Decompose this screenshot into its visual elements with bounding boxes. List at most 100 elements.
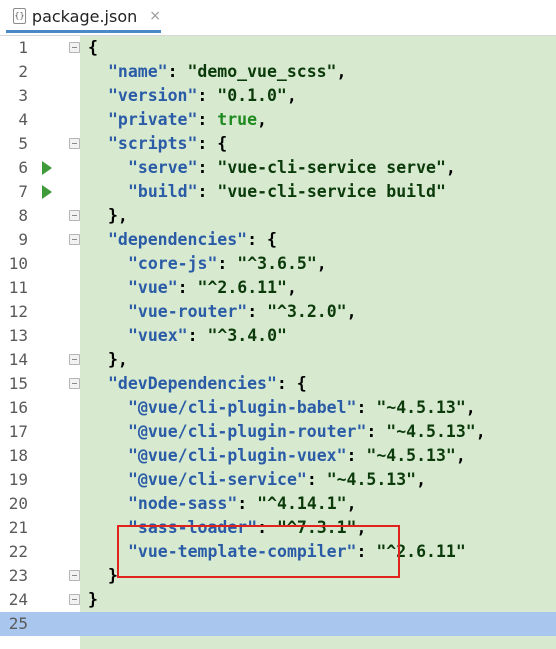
json-punctuation: : xyxy=(366,422,387,441)
code-text: "node-sass": "^4.14.1", xyxy=(128,492,357,516)
code-line[interactable]: 11 "vue": "^2.6.11", xyxy=(0,276,556,300)
code-text: "dependencies": { xyxy=(108,228,277,252)
code-text: "@vue/cli-plugin-vuex": "~4.5.13", xyxy=(128,444,466,468)
code-text: "scripts": { xyxy=(108,132,227,156)
json-punctuation: : xyxy=(197,182,218,201)
code-text: "build": "vue-cli-service build" xyxy=(128,180,446,204)
json-key: "build" xyxy=(128,182,198,201)
code-line[interactable]: 7 "build": "vue-cli-service build" xyxy=(0,180,556,204)
line-number: 11 xyxy=(8,278,28,297)
code-text: "serve": "vue-cli-service serve", xyxy=(128,156,456,180)
json-punctuation: , xyxy=(346,494,357,513)
code-line[interactable]: 14}, xyxy=(0,348,556,372)
json-key: "@vue/cli-plugin-babel" xyxy=(128,398,357,417)
code-text: }, xyxy=(108,204,128,228)
json-punctuation: , xyxy=(445,158,456,177)
code-line[interactable]: 4 "private": true, xyxy=(0,108,556,132)
json-punctuation: : { xyxy=(197,134,228,153)
fold-marker-icon[interactable] xyxy=(69,378,80,389)
json-string: "demo_vue_scss" xyxy=(187,62,337,81)
json-punctuation: , xyxy=(286,86,297,105)
json-file-icon: {} xyxy=(13,8,26,24)
fold-marker-icon[interactable] xyxy=(69,210,80,221)
json-punctuation: : xyxy=(177,278,198,297)
code-line[interactable]: 8}, xyxy=(0,204,556,228)
code-text: "name": "demo_vue_scss", xyxy=(108,60,346,84)
tab-filename: package.json xyxy=(31,6,138,26)
json-punctuation: , xyxy=(336,62,347,81)
json-punctuation: : xyxy=(237,494,258,513)
code-line[interactable]: 25 xyxy=(0,612,556,636)
fold-marker-icon[interactable] xyxy=(69,594,80,605)
json-key: "serve" xyxy=(128,158,198,177)
fold-marker-icon[interactable] xyxy=(69,234,80,245)
line-number: 25 xyxy=(8,614,28,633)
fold-marker-icon[interactable] xyxy=(69,42,80,53)
code-line[interactable]: 20 "node-sass": "^4.14.1", xyxy=(0,492,556,516)
tab-package-json[interactable]: {} package.json × xyxy=(6,2,161,33)
highlight-box xyxy=(117,525,400,578)
code-line[interactable]: 16 "@vue/cli-plugin-babel": "~4.5.13", xyxy=(0,396,556,420)
json-key: "vuex" xyxy=(128,326,188,345)
code-line[interactable]: 10 "core-js": "^3.6.5", xyxy=(0,252,556,276)
json-key: "private" xyxy=(108,110,198,129)
json-string: "0.1.0" xyxy=(217,86,287,105)
code-line[interactable]: 1{ xyxy=(0,36,556,60)
code-line[interactable]: 15 "devDependencies": { xyxy=(0,372,556,396)
line-number: 24 xyxy=(8,590,28,609)
json-string: "vue-cli-service build" xyxy=(217,182,446,201)
code-line[interactable]: 2 "name": "demo_vue_scss", xyxy=(0,60,556,84)
json-punctuation: : xyxy=(197,158,218,177)
code-line[interactable]: 9 "dependencies": { xyxy=(0,228,556,252)
json-key: "version" xyxy=(108,86,198,105)
json-string: "~4.5.13" xyxy=(366,446,456,465)
json-punctuation: , xyxy=(475,422,486,441)
fold-marker-icon[interactable] xyxy=(69,354,80,365)
json-string: "^3.6.5" xyxy=(237,254,317,273)
code-line[interactable]: 6 "serve": "vue-cli-service serve", xyxy=(0,156,556,180)
code-line[interactable]: 24} xyxy=(0,588,556,612)
run-script-icon[interactable] xyxy=(42,185,52,199)
close-tab-icon[interactable]: × xyxy=(149,8,161,24)
code-line[interactable]: 5 "scripts": { xyxy=(0,132,556,156)
json-punctuation: , xyxy=(416,470,427,489)
json-key: "name" xyxy=(108,62,168,81)
json-punctuation: }, xyxy=(108,350,128,369)
json-punctuation: { xyxy=(88,38,98,57)
code-text: "@vue/cli-plugin-babel": "~4.5.13", xyxy=(128,396,476,420)
code-text: "vue-router": "^3.2.0", xyxy=(128,300,357,324)
code-text: "core-js": "^3.6.5", xyxy=(128,252,327,276)
fold-marker-icon[interactable] xyxy=(69,570,80,581)
fold-marker-icon[interactable] xyxy=(69,138,80,149)
run-script-icon[interactable] xyxy=(42,161,52,175)
line-number: 1 xyxy=(18,38,28,57)
editor-tab-bar: {} package.json × xyxy=(0,0,556,36)
code-line[interactable]: 17 "@vue/cli-plugin-router": "~4.5.13", xyxy=(0,420,556,444)
json-punctuation: , xyxy=(286,278,297,297)
code-editor[interactable]: 1{2 "name": "demo_vue_scss", 3 "version": "… xyxy=(0,36,556,649)
line-number: 8 xyxy=(18,206,28,225)
code-text: }, xyxy=(108,348,128,372)
code-text: "@vue/cli-plugin-router": "~4.5.13", xyxy=(128,420,486,444)
code-text: "vuex": "^3.4.0" xyxy=(128,324,287,348)
json-punctuation: , xyxy=(316,254,327,273)
code-line[interactable]: 3 "version": "0.1.0", xyxy=(0,84,556,108)
code-line[interactable]: 13 "vuex": "^3.4.0" xyxy=(0,324,556,348)
line-number: 17 xyxy=(8,422,28,441)
line-number: 16 xyxy=(8,398,28,417)
line-number: 13 xyxy=(8,326,28,345)
line-number: 6 xyxy=(18,158,28,177)
json-string: "~4.5.13" xyxy=(376,398,466,417)
json-string: "^3.4.0" xyxy=(207,326,287,345)
code-text: "@vue/cli-service": "~4.5.13", xyxy=(128,468,426,492)
json-punctuation: } xyxy=(88,590,98,609)
code-text: "version": "0.1.0", xyxy=(108,84,297,108)
code-line[interactable]: 12 "vue-router": "^3.2.0", xyxy=(0,300,556,324)
json-string: "^2.6.11" xyxy=(197,278,287,297)
json-key: "vue-router" xyxy=(128,302,248,321)
code-line[interactable]: 18 "@vue/cli-plugin-vuex": "~4.5.13", xyxy=(0,444,556,468)
json-string: "vue-cli-service serve" xyxy=(217,158,446,177)
line-number: 15 xyxy=(8,374,28,393)
json-punctuation: : { xyxy=(276,374,307,393)
code-line[interactable]: 19 "@vue/cli-service": "~4.5.13", xyxy=(0,468,556,492)
